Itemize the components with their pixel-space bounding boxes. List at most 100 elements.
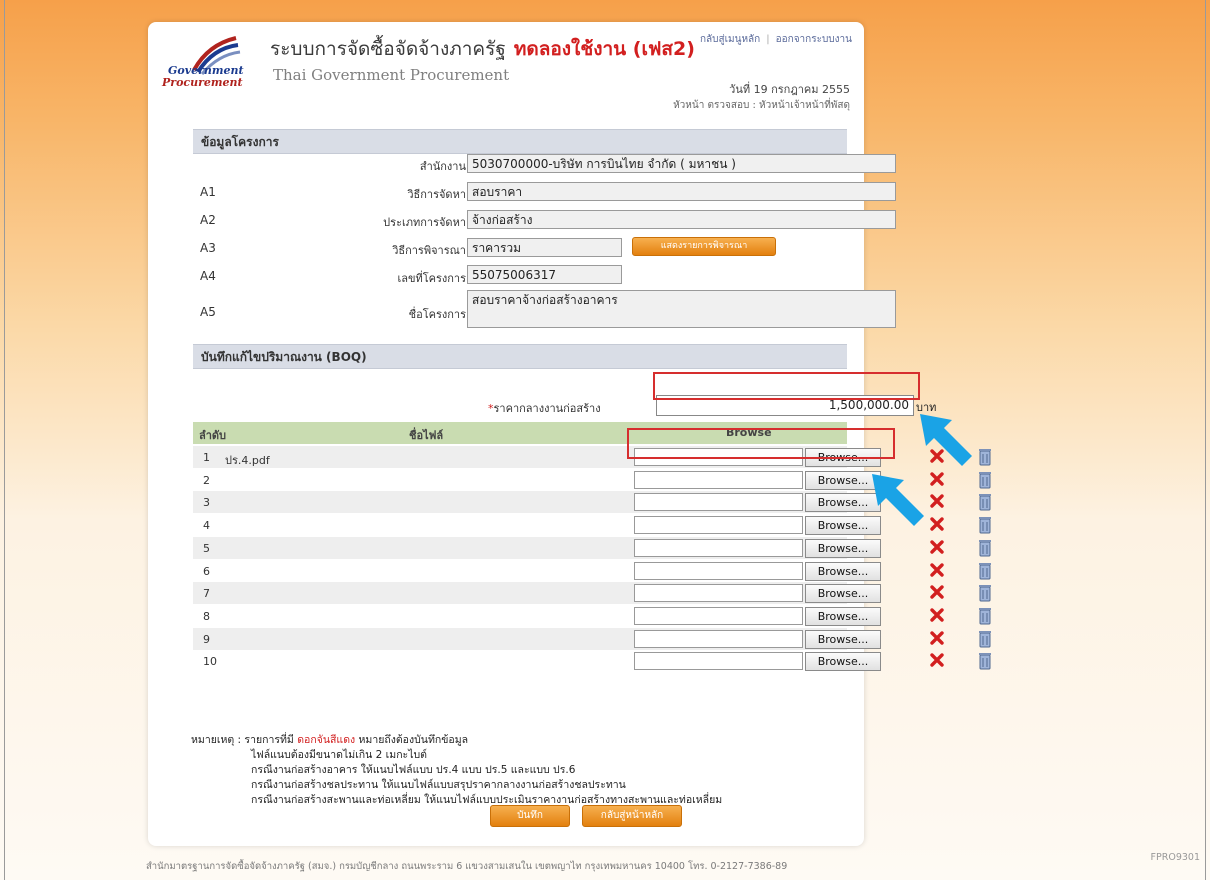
delete-x-icon[interactable] xyxy=(930,608,944,622)
col-header-browse: Browse xyxy=(726,426,772,439)
browse-button[interactable]: Browse... xyxy=(805,562,881,581)
browse-button[interactable]: Browse... xyxy=(805,652,881,671)
footer-address: สำนักมาตรฐานการจัดซื้อจัดจ้างภาครัฐ (สมจ… xyxy=(146,861,788,872)
recycle-bin-icon[interactable] xyxy=(977,538,993,557)
row-number: 4 xyxy=(203,519,210,532)
procurement-method-field: สอบราคา xyxy=(467,182,896,201)
boq-row: 8 Browse... xyxy=(193,605,991,627)
boq-row: 10 Browse... xyxy=(193,650,991,672)
boq-row: 9 Browse... xyxy=(193,628,991,650)
delete-x-icon[interactable] xyxy=(930,540,944,554)
delete-x-icon[interactable] xyxy=(930,563,944,577)
project-info-header: ข้อมูลโครงการ xyxy=(193,129,847,154)
row-number: 2 xyxy=(203,474,210,487)
boq-row: 3 Browse... xyxy=(193,491,991,513)
row-number: 5 xyxy=(203,542,210,555)
code-a1: A1 xyxy=(200,185,216,199)
notes-block: หมายเหตุ : รายการที่มี ดอกจันสีแดง หมายถ… xyxy=(191,733,722,808)
recycle-bin-icon[interactable] xyxy=(977,583,993,602)
delete-x-icon[interactable] xyxy=(930,472,944,486)
construction-price-label: *ราคากลางงานก่อสร้าง xyxy=(488,399,601,417)
page-code: FPRO9301 xyxy=(1150,852,1200,863)
main-card: Government Procurement ระบบการจัดซื้อจัด… xyxy=(148,22,991,846)
row-number: 8 xyxy=(203,610,210,623)
row-number: 3 xyxy=(203,496,210,509)
file-path-input[interactable] xyxy=(634,516,803,534)
browse-button[interactable]: Browse... xyxy=(805,539,881,558)
browse-button[interactable]: Browse... xyxy=(805,630,881,649)
boq-table-header: ลำดับ ชื่อไฟล์ Browse xyxy=(193,422,847,444)
home-menu-link[interactable]: กลับสู่เมนูหลัก xyxy=(700,34,760,45)
link-separator: | xyxy=(766,34,770,45)
browse-button[interactable]: Browse... xyxy=(805,584,881,603)
save-button[interactable]: บันทึก xyxy=(490,805,570,827)
row-number: 9 xyxy=(203,633,210,646)
procurement-method-label: วิธีการจัดหา xyxy=(407,188,466,201)
recycle-bin-icon[interactable] xyxy=(977,629,993,648)
code-a2: A2 xyxy=(200,213,216,227)
recycle-bin-icon[interactable] xyxy=(977,651,993,670)
recycle-bin-icon[interactable] xyxy=(977,470,993,489)
file-path-input[interactable] xyxy=(634,630,803,648)
boq-row: 7 Browse... xyxy=(193,582,991,604)
recycle-bin-icon[interactable] xyxy=(977,492,993,511)
construction-price-text: ราคากลางงานก่อสร้าง xyxy=(493,402,601,415)
file-path-input[interactable] xyxy=(634,539,803,557)
boq-row: 1 ปร.4.pdf Browse... xyxy=(193,446,991,468)
notes-red-asterisk-text: ดอกจันสีแดง xyxy=(297,734,356,746)
boq-header: บันทึกแก้ไขปริมาณงาน (BOQ) xyxy=(193,344,847,369)
recycle-bin-icon[interactable] xyxy=(977,561,993,580)
file-path-input[interactable] xyxy=(634,448,803,466)
project-number-field: 55075006317 xyxy=(467,265,622,284)
file-path-input[interactable] xyxy=(634,562,803,580)
note-line-1: ไฟล์แนบต้องมีขนาดไม่เกิน 2 เมกะไบต์ xyxy=(251,749,427,761)
project-name-label: ชื่อโครงการ xyxy=(408,308,466,321)
office-label: สำนักงาน xyxy=(419,160,466,173)
note-line-2: กรณีงานก่อสร้างอาคาร ให้แนบไฟล์แบบ ปร.4 … xyxy=(251,764,576,776)
recycle-bin-icon[interactable] xyxy=(977,447,993,466)
logout-link[interactable]: ออกจากระบบงาน xyxy=(776,34,852,45)
file-path-input[interactable] xyxy=(634,493,803,511)
col-header-order: ลำดับ xyxy=(199,429,227,442)
code-a5: A5 xyxy=(200,305,216,319)
row-number: 1 xyxy=(203,451,210,464)
col-header-filename: ชื่อไฟล์ xyxy=(409,429,444,442)
file-path-input[interactable] xyxy=(634,584,803,602)
recycle-bin-icon[interactable] xyxy=(977,515,993,534)
code-a4: A4 xyxy=(200,269,216,283)
arrow-browse-icon xyxy=(872,474,924,526)
row-number: 7 xyxy=(203,587,210,600)
row-number: 6 xyxy=(203,565,210,578)
notes-first-line: หมายเหตุ : รายการที่มี ดอกจันสีแดง หมายถ… xyxy=(191,733,722,748)
row-number: 10 xyxy=(203,655,217,668)
row-filename: ปร.4.pdf xyxy=(225,454,270,467)
notes-prefix: หมายเหตุ : รายการที่มี xyxy=(191,734,294,746)
back-home-button[interactable]: กลับสู่หน้าหลัก xyxy=(582,805,682,827)
logo-text-procurement: Procurement xyxy=(162,76,243,89)
boq-row: 4 Browse... xyxy=(193,514,991,536)
browse-button[interactable]: Browse... xyxy=(805,607,881,626)
current-date: วันที่ 19 กรกฎาคม 2555 xyxy=(729,83,850,96)
delete-x-icon[interactable] xyxy=(930,585,944,599)
top-links: กลับสู่เมนูหลัก | ออกจากระบบงาน xyxy=(700,32,852,47)
delete-x-icon[interactable] xyxy=(930,653,944,667)
delete-x-icon[interactable] xyxy=(930,631,944,645)
construction-price-input[interactable]: 1,500,000.00 xyxy=(656,395,914,416)
procurement-type-field: จ้างก่อสร้าง xyxy=(467,210,896,229)
procurement-type-label: ประเภทการจัดหา xyxy=(383,216,466,229)
system-subtitle: Thai Government Procurement xyxy=(273,66,510,84)
project-number-label: เลขที่โครงการ xyxy=(397,272,466,285)
recycle-bin-icon[interactable] xyxy=(977,606,993,625)
browse-button[interactable]: Browse... xyxy=(805,448,881,467)
show-consideration-button[interactable]: แสดงรายการพิจารณา xyxy=(632,237,776,256)
delete-x-icon[interactable] xyxy=(930,494,944,508)
code-a3: A3 xyxy=(200,241,216,255)
file-path-input[interactable] xyxy=(634,607,803,625)
notes-suffix: หมายถึงต้องบันทึกข้อมูล xyxy=(358,734,469,746)
delete-x-icon[interactable] xyxy=(930,517,944,531)
user-role: หัวหน้า ตรวจสอบ : หัวหน้าเจ้าหน้าที่พัสด… xyxy=(673,100,850,111)
file-path-input[interactable] xyxy=(634,652,803,670)
project-name-field: สอบราคาจ้างก่อสร้างอาคาร xyxy=(467,290,896,328)
consideration-method-field: ราคารวม xyxy=(467,238,622,257)
file-path-input[interactable] xyxy=(634,471,803,489)
